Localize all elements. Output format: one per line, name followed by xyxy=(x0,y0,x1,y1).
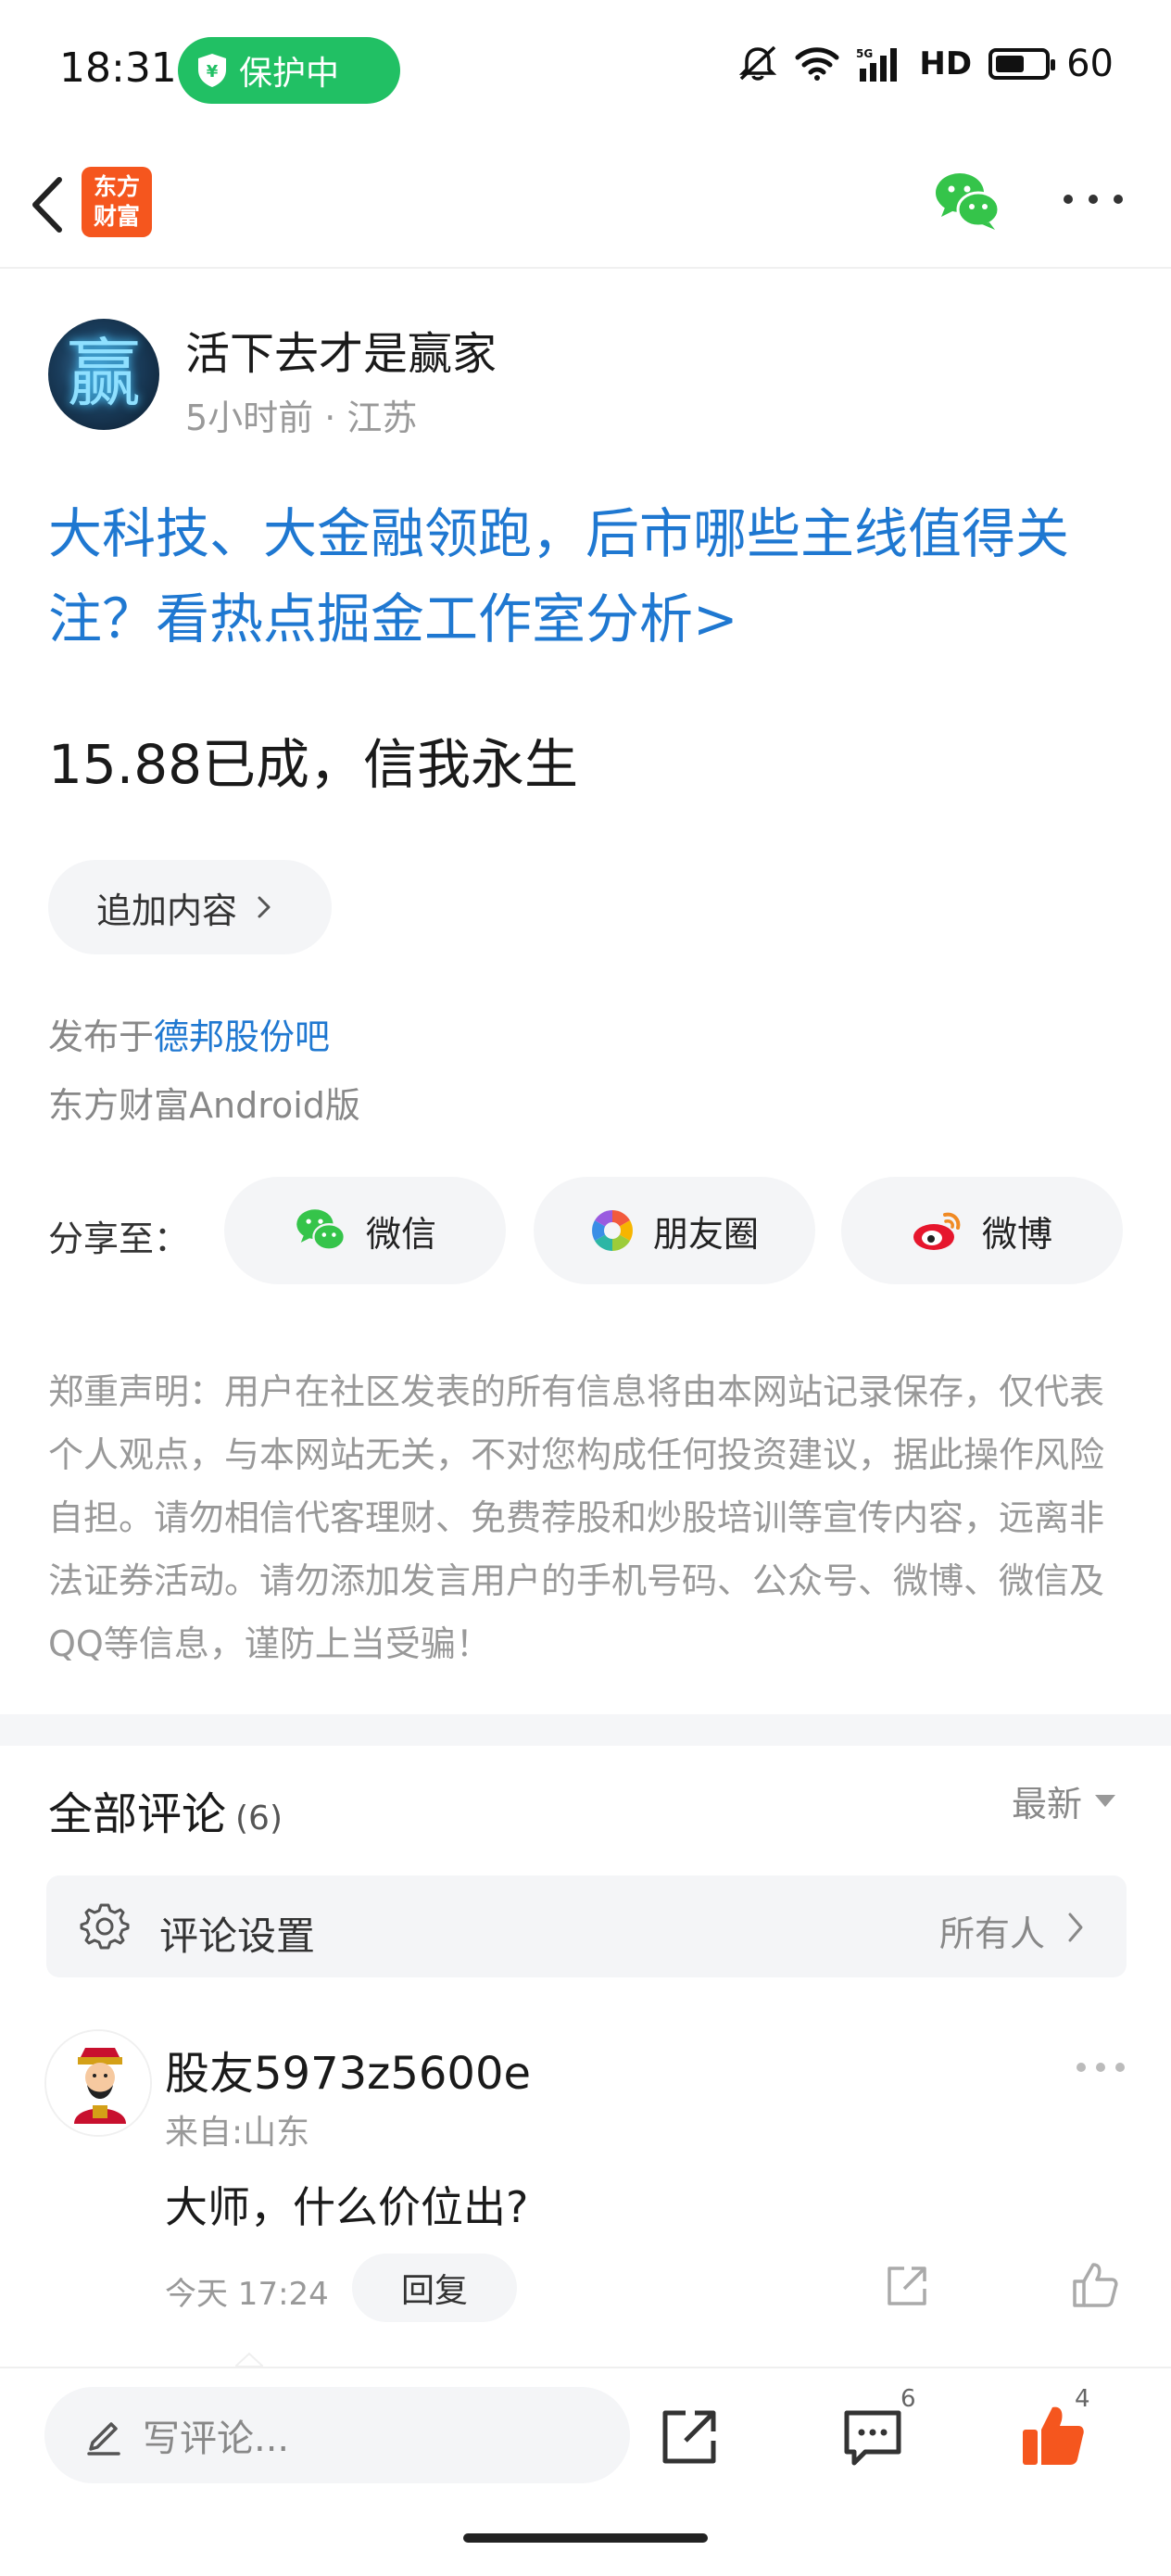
share-wechat-button[interactable]: 微信 xyxy=(224,1177,506,1284)
share-weibo-label: 微博 xyxy=(981,1213,1052,1255)
chevron-right-icon xyxy=(1068,1913,1083,1942)
pen-icon xyxy=(87,2422,120,2456)
comments-header: 全部评论 (6) xyxy=(48,1777,283,1842)
app-logo-line1: 东方 xyxy=(93,173,140,200)
like-count: 4 xyxy=(1075,2385,1090,2413)
status-time: 18:31 xyxy=(59,44,177,92)
shield-icon: ¥ xyxy=(198,54,226,87)
write-comment-placeholder: 写评论... xyxy=(143,2418,290,2460)
share-weibo-button[interactable]: 微博 xyxy=(841,1177,1123,1284)
publish-prefix: 发布于 xyxy=(48,1017,155,1057)
status-indicators: 5G HD 60 xyxy=(737,43,1114,85)
share-moments-label: 朋友圈 xyxy=(652,1213,759,1255)
comments-count: (6) xyxy=(235,1799,283,1837)
post-body: 15.88已成，信我永生 xyxy=(48,733,579,796)
caret-down-icon xyxy=(1095,1795,1116,1807)
sort-label: 最新 xyxy=(1012,1784,1083,1825)
author-avatar[interactable]: 赢 xyxy=(48,319,159,430)
wechat-share-icon[interactable] xyxy=(934,170,1001,232)
comment-text: 大师，什么价位出? xyxy=(165,2182,529,2232)
comment-settings-label: 评论设置 xyxy=(159,1913,316,1959)
nav-bar: 东方 财富 xyxy=(0,139,1171,269)
home-indicator[interactable] xyxy=(463,2533,708,2543)
post-meta: 5小时前 · 江苏 xyxy=(185,398,418,438)
dot xyxy=(1089,195,1098,204)
svg-text:¥: ¥ xyxy=(207,62,219,82)
gear-icon xyxy=(80,1903,130,1950)
section-divider xyxy=(0,1714,1171,1746)
disclaimer: 郑重声明：用户在社区发表的所有信息将由本网站记录保存，仅代表个人观点，与本网站无… xyxy=(48,1371,1105,1664)
share-wechat-label: 微信 xyxy=(365,1213,436,1255)
share-icon[interactable] xyxy=(660,2407,721,2467)
share-label: 分享至： xyxy=(48,1219,190,1259)
battery-icon xyxy=(988,48,1056,80)
svg-text:5G: 5G xyxy=(856,47,873,60)
comment-settings-value: 所有人 xyxy=(938,1913,1045,1954)
append-content-button[interactable]: 追加内容 xyxy=(48,860,332,954)
protection-label: 保护中 xyxy=(239,55,340,93)
comments-title: 全部评论 xyxy=(48,1788,227,1840)
battery-fill xyxy=(996,56,1025,72)
commenter-location: 来自:山东 xyxy=(165,2114,310,2152)
chevron-right-icon xyxy=(258,896,271,918)
status-bar: 18:31 ¥ 保护中 5G HD 60 xyxy=(0,0,1171,139)
weibo-icon xyxy=(913,1212,961,1250)
more-menu-icon[interactable] xyxy=(1064,195,1123,209)
dot xyxy=(1114,195,1123,204)
moments-icon xyxy=(592,1210,633,1251)
battery-level: 60 xyxy=(1066,43,1114,85)
dot xyxy=(1115,2063,1125,2072)
bubble-notch xyxy=(235,2352,263,2367)
comment-count: 6 xyxy=(900,2385,916,2413)
stock-bar-link[interactable]: 德邦股份吧 xyxy=(154,1017,330,1057)
signal-icon: 5G xyxy=(856,47,898,82)
commenter-name[interactable]: 股友5973z5600e xyxy=(165,2037,531,2102)
publish-info: 发布于德邦股份吧 xyxy=(48,1008,330,1059)
app-logo: 东方 财富 xyxy=(82,167,152,237)
sort-dropdown[interactable]: 最新 xyxy=(1012,1775,1116,1826)
comment-more-icon[interactable] xyxy=(1077,2063,1125,2074)
author-avatar-glyph: 赢 xyxy=(67,331,141,417)
back-arrow-icon[interactable] xyxy=(24,172,70,237)
comment-time: 今天 17:24 xyxy=(165,2276,329,2313)
share-moments-button[interactable]: 朋友圈 xyxy=(534,1177,815,1284)
wechat-icon xyxy=(296,1209,346,1251)
dot xyxy=(1077,2063,1086,2072)
protection-badge[interactable]: ¥ 保护中 xyxy=(178,37,400,104)
comment-icon[interactable] xyxy=(841,2407,904,2467)
share-icon[interactable] xyxy=(884,2263,930,2309)
bottom-toolbar: 写评论... 6 4 xyxy=(0,2367,1171,2576)
mute-icon xyxy=(739,45,777,81)
dot xyxy=(1096,2063,1105,2072)
promo-link[interactable]: 大科技、大金融领跑，后市哪些主线值得关注？看热点掘金工作室分析> xyxy=(48,491,1132,662)
write-comment-input[interactable]: 写评论... xyxy=(44,2387,630,2483)
client-info: 东方财富Android版 xyxy=(48,1085,360,1126)
append-content-label: 追加内容 xyxy=(96,890,238,931)
app-logo-line2: 财富 xyxy=(93,203,140,230)
reply-button[interactable]: 回复 xyxy=(352,2254,517,2322)
comment-item: 股友5973z5600e 来自:山东 大师，什么价位出? 今天 17:24 回复 xyxy=(0,2026,1171,2368)
author-name[interactable]: 活下去才是赢家 xyxy=(185,317,497,382)
thumbs-up-icon[interactable] xyxy=(1071,2261,1119,2309)
fortune-god-avatar-icon xyxy=(46,2031,150,2135)
comment-settings-row[interactable]: 评论设置 所有人 xyxy=(46,1875,1127,1977)
commenter-avatar[interactable] xyxy=(44,2029,152,2137)
network-label: HD xyxy=(919,45,973,82)
dot xyxy=(1064,195,1073,204)
wifi-icon xyxy=(795,47,839,81)
